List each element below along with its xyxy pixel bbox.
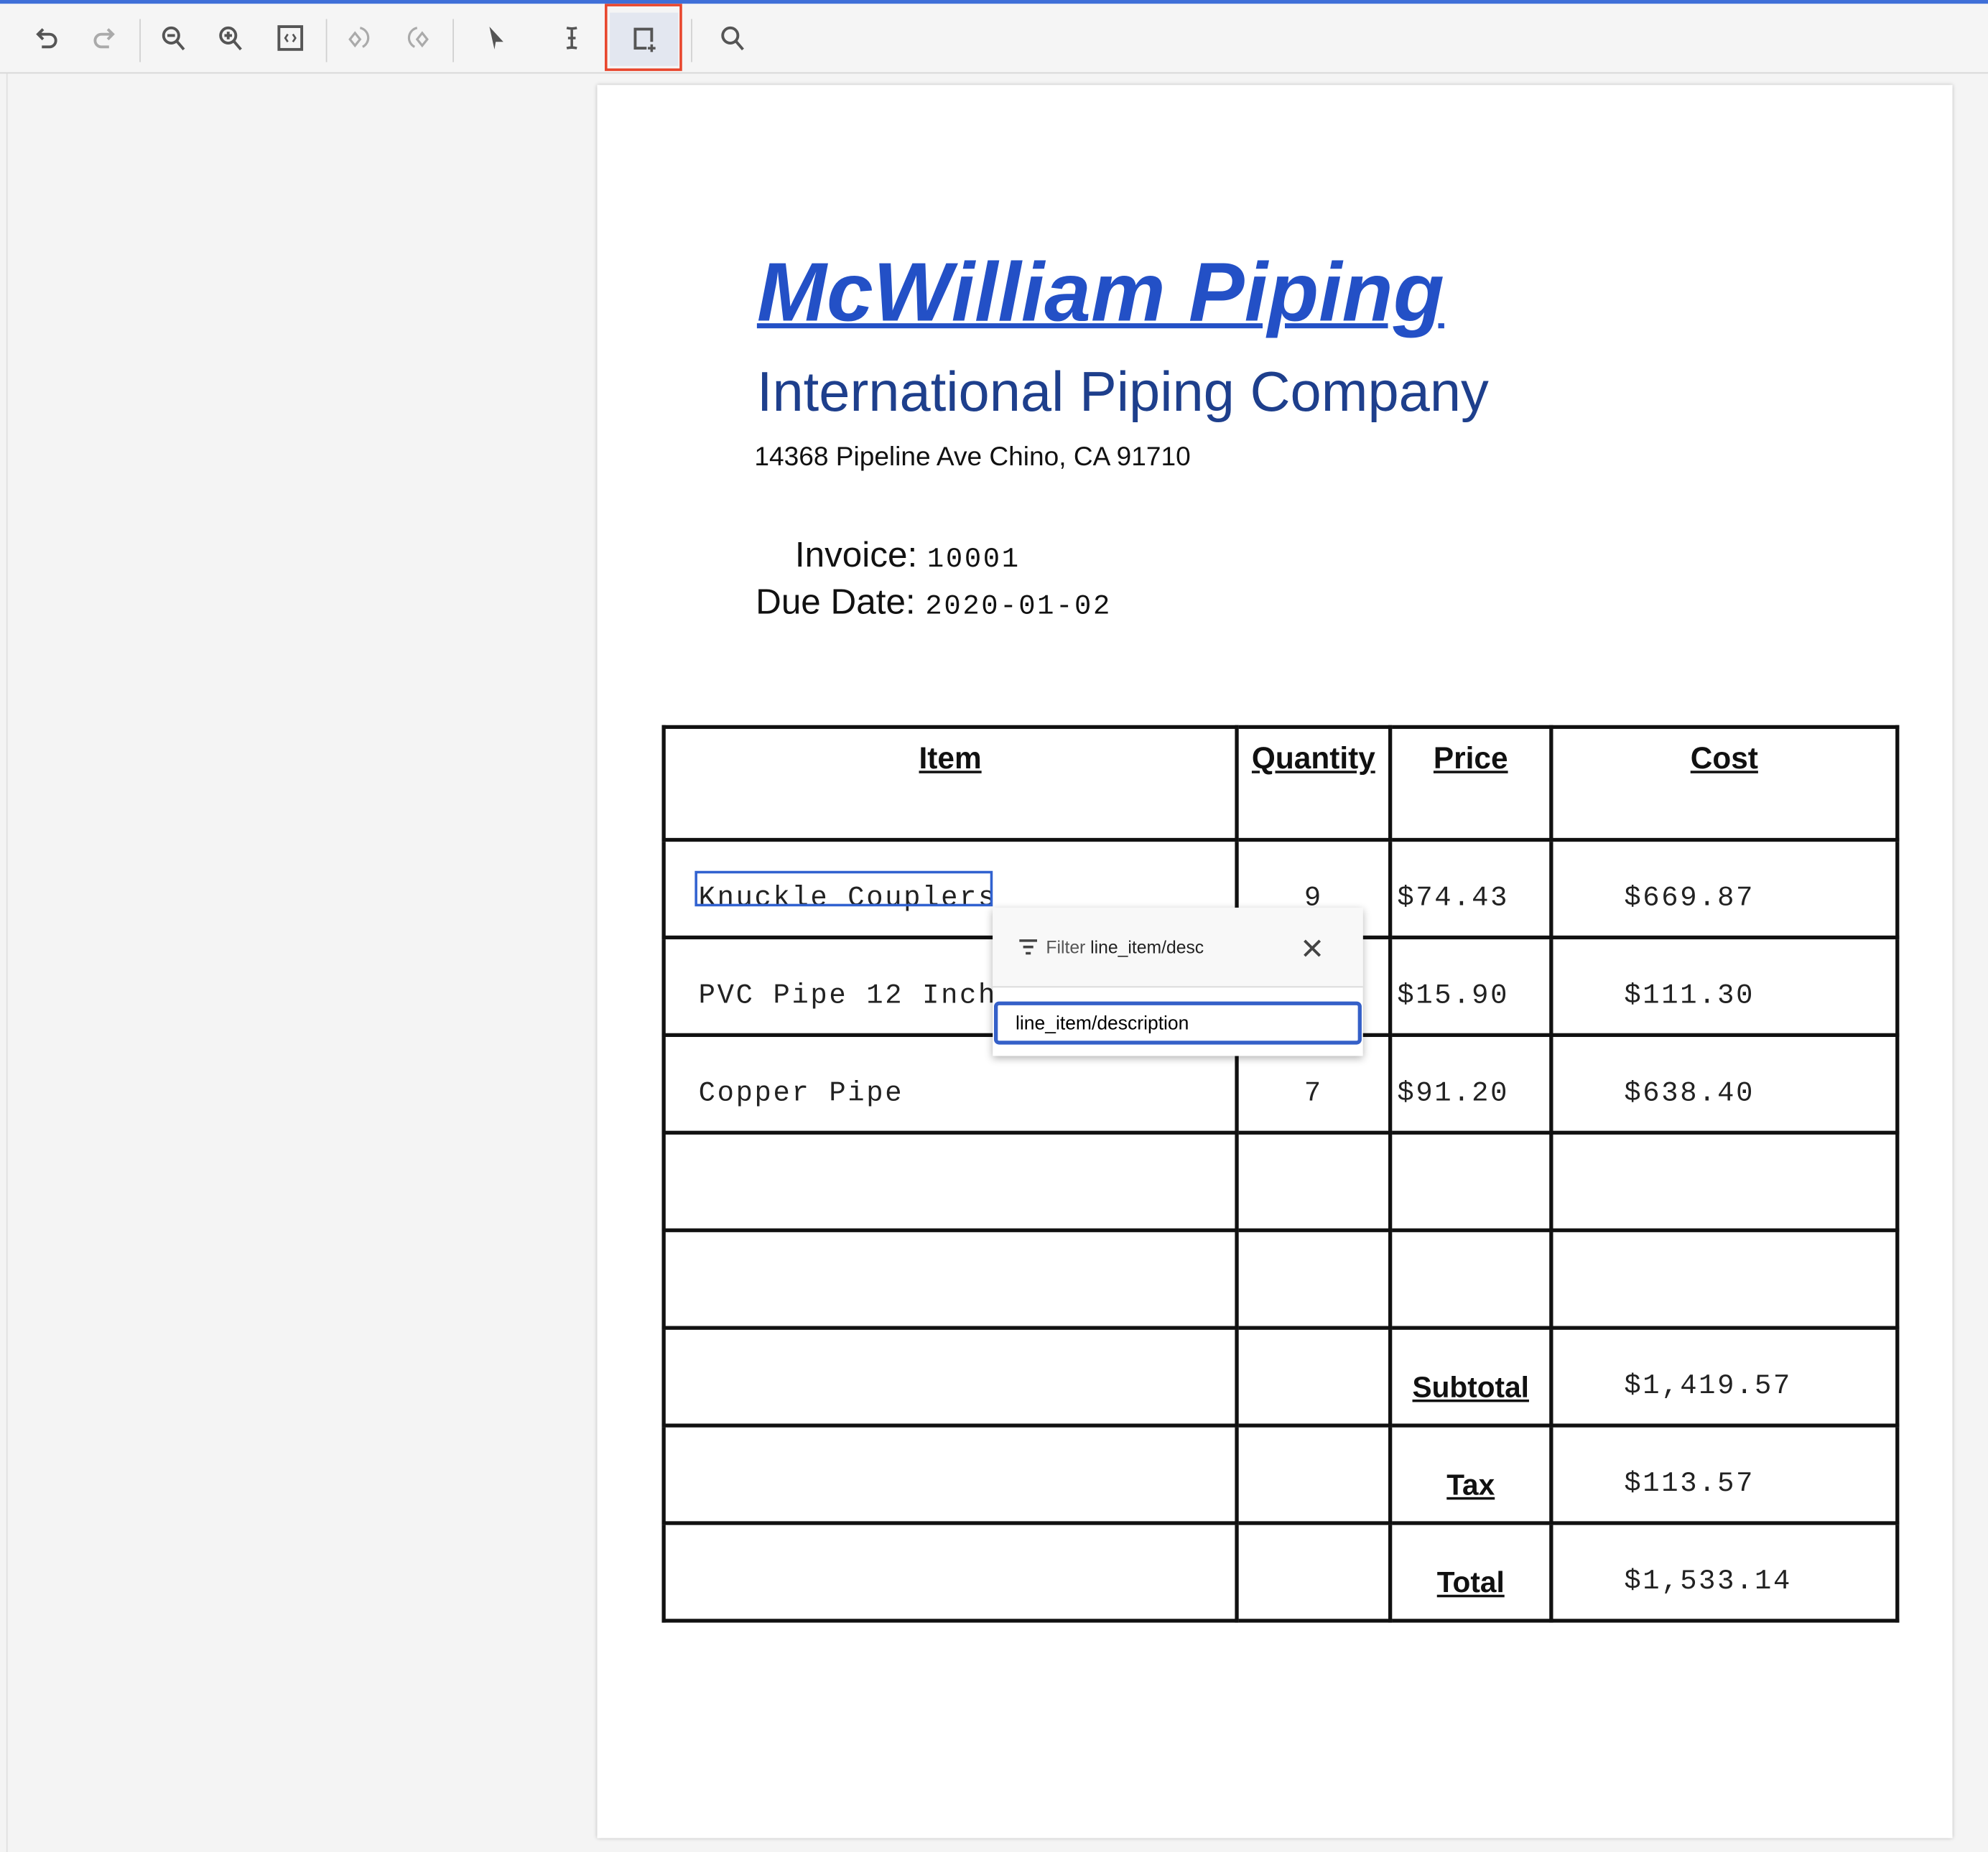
invoice-table: Item Quantity Price Cost Knuckle Coupler… bbox=[661, 725, 1900, 1623]
invoice-value: 10001 bbox=[926, 544, 1021, 576]
redo-button[interactable] bbox=[80, 14, 128, 62]
zoom-out-icon bbox=[162, 26, 185, 51]
search-button[interactable] bbox=[709, 14, 757, 62]
company-address: 14368 Pipeline Ave Chino, CA 91710 bbox=[754, 442, 1191, 472]
invoice-line: Invoice: 10001 bbox=[795, 535, 1021, 575]
tax-label: Tax bbox=[1446, 1468, 1495, 1502]
text-select-tool-button[interactable] bbox=[548, 14, 596, 62]
header-price: Price bbox=[1388, 725, 1553, 842]
zoom-in-icon bbox=[219, 26, 242, 51]
price-cell: $91.20 bbox=[1397, 1077, 1510, 1109]
total-value: $1,533.14 bbox=[1624, 1565, 1792, 1598]
undo-button[interactable] bbox=[23, 14, 71, 62]
header-quantity: Quantity bbox=[1235, 725, 1393, 842]
rotate-right-icon bbox=[407, 27, 429, 48]
filter-title: Filter line_item/desc bbox=[1046, 937, 1204, 957]
close-icon[interactable] bbox=[1302, 938, 1322, 958]
toolbar-divider bbox=[139, 19, 141, 62]
filter-prefix: Filter bbox=[1046, 936, 1086, 957]
filter-text: line_item/desc bbox=[1090, 936, 1204, 957]
cost-cell: $638.40 bbox=[1624, 1077, 1755, 1109]
fit-page-button[interactable] bbox=[266, 14, 315, 62]
popup-header: Filter line_item/desc bbox=[993, 907, 1363, 988]
rotate-right-button[interactable] bbox=[393, 14, 441, 62]
tax-value: $113.57 bbox=[1624, 1468, 1755, 1500]
search-icon bbox=[721, 26, 744, 51]
tax-row: Tax $113.57 bbox=[661, 1423, 1900, 1525]
quantity-cell: 9 bbox=[1304, 882, 1323, 914]
selection-box[interactable] bbox=[695, 870, 993, 907]
toolbar bbox=[0, 4, 1988, 74]
empty-row bbox=[661, 1130, 1900, 1232]
fit-page-icon bbox=[277, 25, 304, 51]
undo-icon bbox=[36, 28, 57, 49]
due-date-line: Due Date: 2020-01-02 bbox=[756, 582, 1112, 622]
zoom-out-button[interactable] bbox=[149, 14, 198, 62]
subtotal-row: Subtotal $1,419.57 bbox=[661, 1326, 1900, 1428]
company-title: McWilliam Piping bbox=[756, 244, 1444, 339]
total-row: Total $1,533.14 bbox=[661, 1521, 1900, 1623]
redo-icon bbox=[93, 28, 115, 49]
text-cursor-icon bbox=[566, 27, 577, 50]
empty-row bbox=[661, 1228, 1900, 1330]
zoom-in-button[interactable] bbox=[207, 14, 255, 62]
subtotal-label: Subtotal bbox=[1412, 1370, 1529, 1404]
header-cost: Cost bbox=[1549, 725, 1900, 842]
left-panel-border bbox=[6, 73, 8, 1852]
toolbar-divider bbox=[691, 19, 692, 62]
label-input[interactable]: line_item/description bbox=[993, 1001, 1362, 1045]
cost-cell: $111.30 bbox=[1624, 979, 1755, 1012]
rotate-left-button[interactable] bbox=[336, 14, 384, 62]
toolbar-divider bbox=[452, 19, 454, 62]
due-date-value: 2020-01-02 bbox=[925, 590, 1112, 623]
cost-cell: $669.87 bbox=[1624, 882, 1755, 914]
label-filter-popup: Filter line_item/desc line_item/descript… bbox=[993, 907, 1363, 1056]
select-tool-button[interactable] bbox=[472, 14, 520, 62]
subtotal-value: $1,419.57 bbox=[1624, 1370, 1792, 1402]
rotate-left-icon bbox=[348, 27, 370, 48]
total-label: Total bbox=[1436, 1565, 1505, 1599]
header-item: Item bbox=[661, 725, 1239, 842]
active-tool-highlight bbox=[605, 4, 682, 71]
pointer-icon bbox=[489, 27, 503, 50]
company-subtitle: International Piping Company bbox=[756, 361, 1489, 424]
price-cell: $74.43 bbox=[1397, 882, 1510, 914]
filter-icon bbox=[1019, 939, 1038, 955]
due-date-label: Due Date: bbox=[756, 582, 916, 621]
toolbar-divider bbox=[325, 19, 328, 62]
table-header-row: Item Quantity Price Cost bbox=[661, 725, 1900, 842]
invoice-label: Invoice: bbox=[794, 534, 918, 574]
price-cell: $15.90 bbox=[1397, 979, 1510, 1012]
